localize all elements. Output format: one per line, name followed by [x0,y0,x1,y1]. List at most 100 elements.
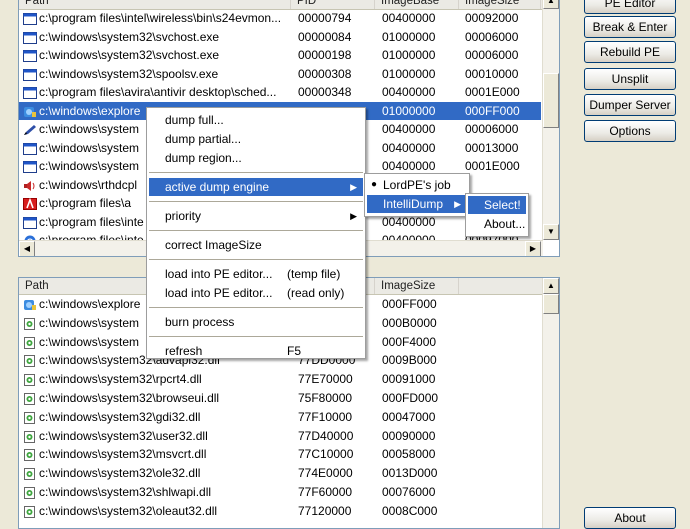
dll-icon [23,430,37,443]
row-imagesize: 00010000 [465,66,519,81]
table-row[interactable]: c:\windows\system32\ole32.dll 774E0000 001… [19,464,541,483]
menu-refresh[interactable]: refresh F5 [149,342,363,360]
row-imagesize: 0001E000 [465,159,520,173]
menu-load-pe-readonly[interactable]: load into PE editor... (read only) [149,284,363,302]
row-path: c:\windows\system32\rpcrt4.dll [39,372,202,387]
row-path: c:\windows\system [39,122,140,136]
table-row[interactable]: c:\windows\system32\shlwapi.dll 77F60000 0… [19,483,541,502]
row-imagesize: 0008C000 [382,503,438,518]
menu-correct-imagesize[interactable]: correct ImageSize [149,236,363,254]
table-row[interactable]: c:\windows\system32\browseui.dll 75F80000… [19,389,541,408]
row-path: c:\windows\system32\svchost.exe [39,29,220,44]
row-pid: 00000348 [298,85,352,99]
scroll-down-button[interactable]: ▼ [543,224,559,240]
table-row[interactable]: c:\windows\system32\rpcrt4.dll 77E70000 00… [19,370,541,389]
row-imagebase: 77C10000 [298,447,354,462]
row-imagebase: 77E70000 [298,372,353,387]
table-row[interactable]: c:\windows\system32\svchost.exe 00000084 0… [19,28,541,47]
row-path: c:\program files\a [39,196,132,210]
col-pid[interactable]: PID [291,0,375,9]
row-imagebase: 00400000 [382,140,436,155]
rebuild-pe-button[interactable]: Rebuild PE [584,41,676,63]
menu-item-label: About... [484,217,526,231]
menu-burn-process[interactable]: burn process [149,313,363,331]
menu-dump-full[interactable]: dump full... [149,111,363,129]
row-path: c:\program files\intel\wireless\bin\s24e… [39,11,282,25]
scroll-up-button[interactable]: ▲ [543,278,559,294]
explorer-icon [23,298,37,310]
menu-item-extra: F5 [287,344,302,358]
row-path: c:\windows\system32\ole32.dll [39,466,201,481]
module-vscroll[interactable]: ▲ [542,278,559,528]
row-imagesize: 00006000 [465,29,519,44]
row-path: c:\program files\avira\antivir desktop\s… [39,85,277,99]
col-imagebase[interactable]: ImageBase [375,0,459,9]
menu-select[interactable]: Select! [468,196,526,214]
window-icon [23,31,37,44]
row-imagesize: 0009B000 [382,353,437,368]
row-imagesize: 000FD000 [382,391,439,405]
menu-dump-partial[interactable]: dump partial... [149,130,363,148]
options-button[interactable]: Options [584,120,676,142]
row-path: c:\program files\inte [39,214,144,229]
window-icon [23,86,37,99]
row-imagesize: 0001E000 [465,85,520,99]
row-path: c:\windows\system32\oleaut32.dll [39,503,218,518]
col-imagesize[interactable]: ImageSize [459,0,541,9]
scroll-up-button[interactable]: ▲ [543,0,559,9]
pe-editor-button[interactable]: PE Editor [584,0,676,14]
menu-separator [149,201,363,202]
menu-lordpe-job[interactable]: ● LordPE's job [367,176,467,194]
menu-priority[interactable]: priority ▶ [149,207,363,225]
menu-item-label: load into PE editor... [165,267,273,281]
scroll-thumb[interactable] [543,294,559,314]
submenu-arrow-icon: ▶ [350,211,357,221]
about-button[interactable]: About [584,507,676,529]
window-icon [23,68,37,81]
menu-about[interactable]: About... [468,215,526,233]
table-row[interactable]: c:\windows\system32\msvcrt.dll 77C10000 00… [19,445,541,464]
row-path: c:\windows\system [39,334,140,349]
row-imagesize: 00058000 [382,447,436,462]
row-imagesize: 00092000 [465,11,519,25]
submenu-arrow-icon: ▶ [454,199,461,209]
scroll-left-button[interactable]: ◀ [19,241,35,256]
row-path: c:\windows\system32\spoolsv.exe [39,66,219,81]
scroll-right-button[interactable]: ▶ [525,241,541,256]
menu-load-pe-temp[interactable]: load into PE editor... (temp file) [149,265,363,283]
window-icon [23,142,37,155]
menu-item-label: correct ImageSize [165,238,262,252]
table-row[interactable]: c:\windows\system32\user32.dll 77D40000 00… [19,427,541,446]
dumper-server-button[interactable]: Dumper Server [584,94,676,116]
table-row[interactable]: c:\windows\system32\svchost.exe 00000198 0… [19,46,541,65]
col-imagesize[interactable]: ImageSize [375,278,459,294]
dll-icon [23,392,37,405]
dll-icon [23,373,37,387]
window-icon [23,49,37,62]
table-row[interactable]: c:\program files\intel\wireless\bin\s24e… [19,9,541,28]
pen-icon [23,123,37,135]
row-imagebase: 01000000 [382,29,436,44]
process-vscroll[interactable]: ▲ ▼ [542,0,559,240]
row-path: c:\windows\system32\user32.dll [39,428,208,443]
table-row[interactable]: c:\windows\system32\spoolsv.exe 00000308 0… [19,65,541,84]
menu-dump-region[interactable]: dump region... [149,149,363,167]
row-imagesize: 000F4000 [382,334,437,349]
col-path[interactable]: Path [19,0,291,9]
menu-item-label: dump partial... [165,132,242,146]
row-pid: 00000084 [298,29,352,44]
table-row[interactable]: c:\windows\system32\gdi32.dll 77F10000 000… [19,408,541,427]
table-row[interactable]: c:\program files\avira\antivir desktop\s… [19,83,541,102]
row-path: c:\windows\system32\shlwapi.dll [39,485,212,499]
dll-icon [23,486,37,499]
scroll-thumb[interactable] [543,73,559,128]
break-enter-button[interactable]: Break & Enter [584,16,676,38]
menu-active-dump-engine[interactable]: active dump engine ▶ [149,178,363,196]
row-imagebase: 774E0000 [298,466,353,481]
row-imagesize: 00090000 [382,428,436,443]
menu-intellidump[interactable]: IntelliDump ▶ [367,195,467,213]
row-path: c:\windows\system32\gdi32.dll [39,409,201,424]
row-path: c:\windows\system32\browseui.dll [39,391,220,405]
row-imagebase: 77F60000 [298,485,353,499]
unsplit-button[interactable]: Unsplit [584,68,676,90]
